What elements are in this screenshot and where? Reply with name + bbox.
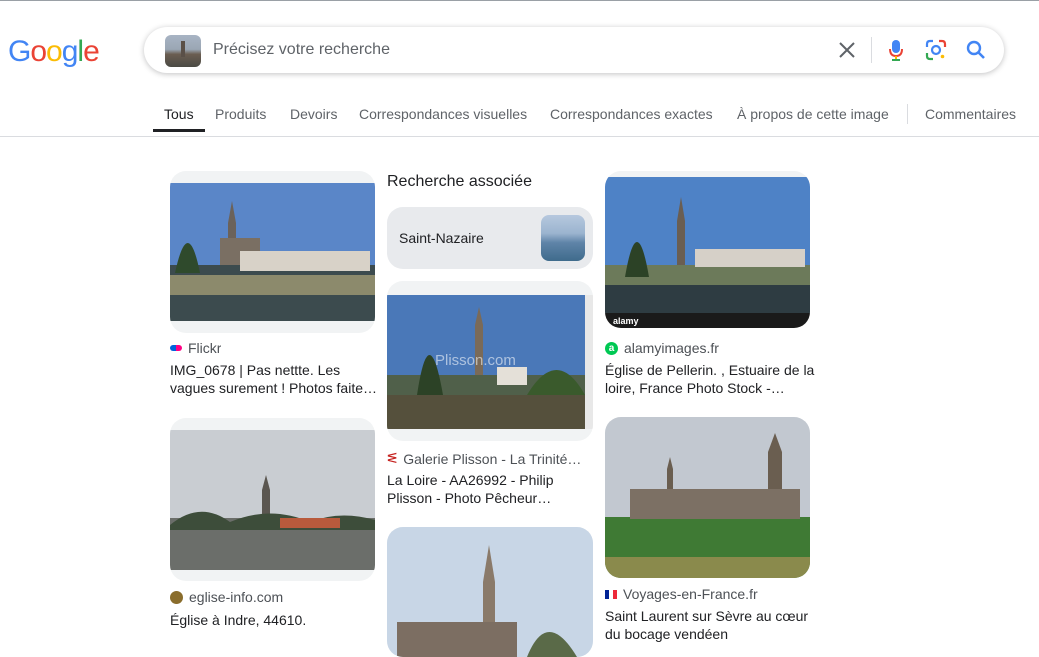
result-title[interactable]: IMG_0678 | Pas nettte. Les vagues sureme… [170, 361, 377, 397]
google-logo[interactable]: Google [8, 34, 100, 70]
result-source[interactable]: Flickr [188, 340, 221, 356]
flickr-icon [170, 345, 182, 351]
result-source[interactable]: alamyimages.fr [624, 340, 719, 356]
related-search-heading: Recherche associée [387, 173, 532, 190]
search-icon[interactable] [964, 38, 988, 62]
eglise-info-icon [170, 590, 183, 604]
top-divider [0, 0, 1039, 1]
microphone-icon[interactable] [884, 38, 908, 62]
result-title[interactable]: Église de Pellerin. , Estuaire de la loi… [605, 361, 814, 397]
plisson-icon: ᓬ [387, 450, 398, 466]
result-title[interactable]: La Loire - AA26992 - Philip Plisson - Ph… [387, 471, 554, 507]
search-box[interactable]: Précisez votre recherche [144, 27, 1004, 73]
tab-devoirs[interactable]: Devoirs [290, 106, 337, 122]
result-source[interactable]: eglise-info.com [189, 589, 283, 605]
result-source[interactable]: Galerie Plisson - La Trinité… [403, 451, 581, 467]
search-tabs: Tous Produits Devoirs Correspondances vi… [0, 100, 1039, 137]
tab-produits[interactable]: Produits [215, 106, 266, 122]
result-image-5[interactable] [605, 417, 810, 578]
search-input[interactable]: Précisez votre recherche [213, 41, 390, 59]
result-source[interactable]: Voyages-en-France.fr [623, 586, 758, 602]
related-search-thumbnail [541, 215, 585, 261]
watermark-text: Plisson.com [435, 352, 516, 369]
alamy-icon: a [605, 341, 618, 355]
result-image-4[interactable]: alamy [605, 171, 810, 328]
result-image-6[interactable] [387, 527, 593, 657]
query-image-thumbnail[interactable] [165, 35, 201, 67]
result-image-2[interactable] [170, 418, 375, 581]
search-divider [871, 37, 872, 63]
related-search-chip[interactable]: Saint-Nazaire [387, 207, 593, 269]
result-image-1[interactable] [170, 171, 375, 333]
result-title[interactable]: Saint Laurent sur Sèvre au cœur du bocag… [605, 607, 808, 643]
tab-tous[interactable]: Tous [153, 106, 205, 132]
result-title[interactable]: Église à Indre, 44610. [170, 611, 306, 629]
clear-icon[interactable] [835, 38, 859, 62]
lens-icon[interactable] [924, 38, 948, 62]
result-image-3[interactable]: Plisson.com [387, 281, 593, 441]
tab-correspondances-visuelles[interactable]: Correspondances visuelles [359, 106, 527, 122]
watermark-text: alamy [613, 316, 639, 326]
tab-correspondances-exactes[interactable]: Correspondances exactes [550, 106, 713, 122]
tabs-divider [907, 104, 908, 124]
related-search-label: Saint-Nazaire [399, 230, 484, 246]
france-flag-icon [605, 589, 617, 599]
tab-a-propos[interactable]: À propos de cette image [737, 106, 889, 122]
tab-commentaires[interactable]: Commentaires [925, 106, 1016, 122]
